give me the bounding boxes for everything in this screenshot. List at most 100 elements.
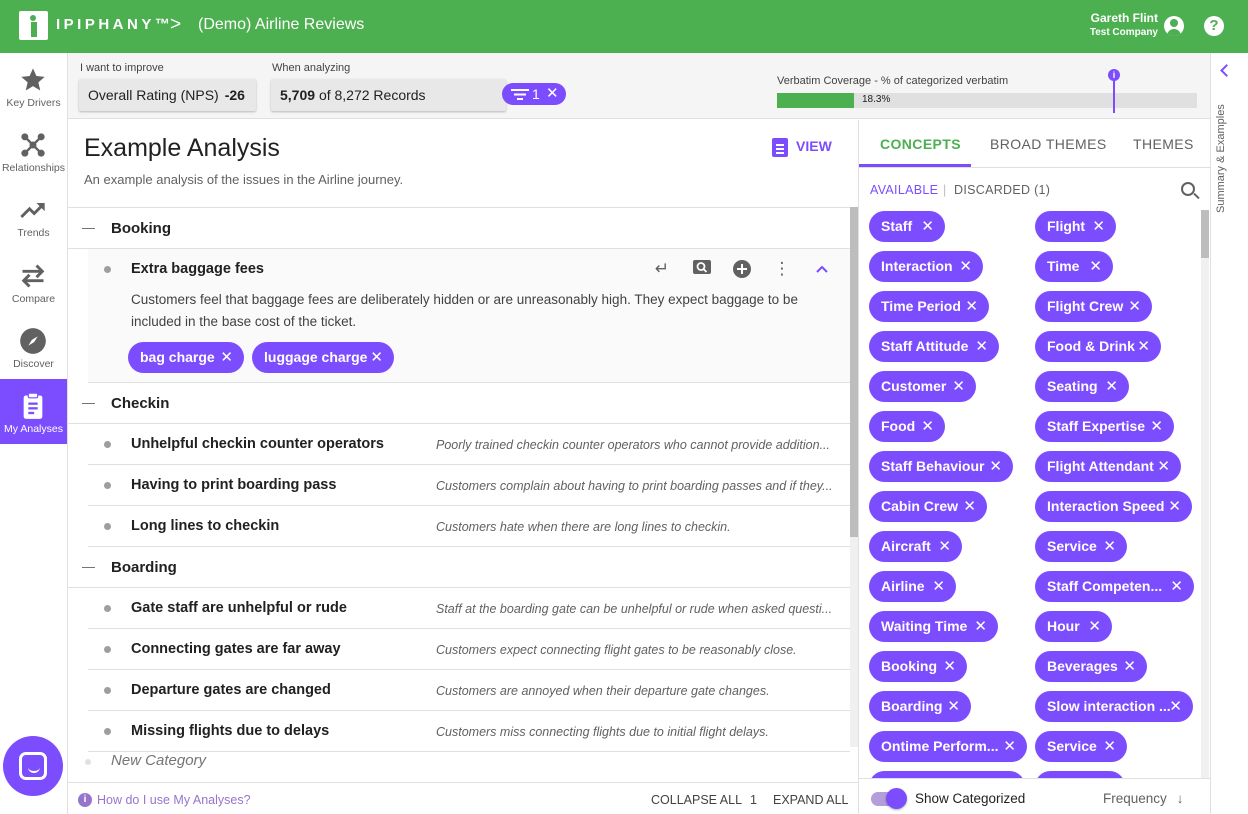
discard-icon[interactable]: ✕ [938,531,951,562]
logo-icon[interactable] [19,11,48,40]
discard-icon[interactable]: ✕ [1103,531,1116,562]
help-link[interactable]: How do I use My Analyses? [97,793,251,807]
discarded-filter[interactable]: DISCARDED (1) [954,183,1050,197]
nav-compare[interactable]: Compare [0,249,67,314]
remove-tag-icon[interactable]: ✕ [370,342,383,373]
discard-icon[interactable]: ✕ [932,571,945,602]
discard-icon[interactable]: ✕ [1157,451,1170,482]
nav-relationships[interactable]: Relationships [0,118,67,183]
concept-chip[interactable]: Staff Expertise ✕ [1035,411,1174,442]
move-icon[interactable]: ↵ [652,259,672,279]
issue-row[interactable]: Connecting gates are far away Customers … [88,629,850,670]
concept-chip[interactable]: Slow interaction ... ✕ [1035,691,1193,722]
collapse-icon[interactable] [82,403,95,404]
issue-row[interactable]: Gate staff are unhelpful or rude Staff a… [88,588,850,629]
discard-icon[interactable]: ✕ [1103,731,1116,762]
more-icon[interactable]: ⋮ [772,259,792,279]
concept-chip[interactable]: Booking ✕ [869,651,967,682]
toggle-knob[interactable] [886,788,907,809]
discard-icon[interactable]: ✕ [1137,331,1150,362]
concept-tag[interactable]: luggage charge ✕ [252,342,394,373]
discard-icon[interactable]: ✕ [952,371,965,402]
concept-chip[interactable]: Boarding ✕ [869,691,971,722]
discard-icon[interactable]: ✕ [947,691,960,722]
discard-icon[interactable]: ✕ [1150,411,1163,442]
active-filter-chip[interactable]: 1 ✕ [502,83,566,105]
discard-icon[interactable]: ✕ [975,331,988,362]
concept-chip[interactable]: Staff Competen... ✕ [1035,571,1194,602]
nav-my-analyses[interactable]: My Analyses [0,379,67,444]
add-icon[interactable] [732,259,752,279]
concept-chip-partial[interactable] [869,771,1025,778]
summary-examples-label[interactable]: Summary & Examples [1215,104,1227,213]
concept-chip[interactable]: Hour ✕ [1035,611,1112,642]
logo-text[interactable]: IPIPHANY™ [56,16,173,33]
improve-selector[interactable]: Overall Rating (NPS) -26 [79,79,256,111]
nav-trends[interactable]: Trends [0,183,67,248]
project-title[interactable]: (Demo) Airline Reviews [198,16,364,34]
discard-icon[interactable]: ✕ [963,491,976,522]
concept-chip[interactable]: Flight Crew ✕ [1035,291,1152,322]
concept-chip[interactable]: Aircraft ✕ [869,531,962,562]
discard-icon[interactable]: ✕ [1128,291,1141,322]
clear-filter-icon[interactable]: ✕ [546,83,559,105]
tab-broad-themes[interactable]: BROAD THEMES [990,136,1107,152]
category-row[interactable]: Booking [68,208,850,249]
available-filter[interactable]: AVAILABLE [870,183,938,197]
discard-icon[interactable]: ✕ [1123,651,1136,682]
discard-icon[interactable]: ✕ [1169,691,1182,722]
view-button[interactable]: VIEW [772,138,832,157]
discard-icon[interactable]: ✕ [1089,251,1102,282]
new-category-input[interactable]: New Category [111,752,206,769]
nav-discover[interactable]: Discover [0,314,67,379]
concept-chip[interactable]: Food ✕ [869,411,945,442]
concept-chip[interactable]: Waiting Time ✕ [869,611,998,642]
concepts-scrollbar[interactable] [1201,210,1209,778]
search-examples-icon[interactable] [692,259,712,279]
concept-chip[interactable]: Seating ✕ [1035,371,1129,402]
discard-icon[interactable]: ✕ [1105,371,1118,402]
nav-key-drivers[interactable]: Key Drivers [0,53,67,118]
concept-chip[interactable]: Service ✕ [1035,731,1127,762]
info-icon[interactable]: i [1108,69,1120,81]
discard-icon[interactable]: ✕ [921,211,934,242]
discard-icon[interactable]: ✕ [959,251,972,282]
concept-chip[interactable]: Food & Drink ✕ [1035,331,1161,362]
discard-icon[interactable]: ✕ [1088,611,1101,642]
concept-chip[interactable]: Service ✕ [1035,531,1127,562]
collapse-icon[interactable] [82,228,95,229]
concept-chip[interactable]: Customer ✕ [869,371,976,402]
concept-chip[interactable]: Interaction Speed ✕ [1035,491,1192,522]
concept-chip[interactable]: Staff ✕ [869,211,945,242]
concept-chip-partial[interactable] [1035,771,1125,778]
scrollbar-thumb[interactable] [850,207,858,537]
discard-icon[interactable]: ✕ [989,451,1002,482]
issue-row-expanded[interactable]: Extra baggage fees ↵ ⋮ [88,249,850,289]
search-icon[interactable] [1181,182,1195,196]
discard-icon[interactable]: ✕ [1092,211,1105,242]
remove-tag-icon[interactable]: ✕ [220,342,233,373]
records-selector[interactable]: 5,709 of 8,272 Records [271,79,506,111]
concept-tag[interactable]: bag charge ✕ [128,342,244,373]
summary-rail[interactable]: Summary & Examples [1210,53,1248,814]
concept-chip[interactable]: Staff Behaviour ✕ [869,451,1013,482]
discard-icon[interactable]: ✕ [965,291,978,322]
account-icon[interactable] [1164,16,1184,36]
discard-icon[interactable]: ✕ [1170,571,1183,602]
expand-all-button[interactable]: EXPAND ALL [773,793,849,807]
sort-selector[interactable]: Frequency ↓ [1103,791,1184,806]
discard-icon[interactable]: ✕ [921,411,934,442]
concept-chip[interactable]: Flight Attendant ✕ [1035,451,1181,482]
discard-icon[interactable]: ✕ [1168,491,1181,522]
concept-chip[interactable]: Time Period ✕ [869,291,989,322]
category-row[interactable]: Boarding [68,547,850,588]
collapse-all-button[interactable]: COLLAPSE ALL [651,793,742,807]
chevron-left-icon[interactable] [1220,64,1233,77]
expand-level[interactable]: 1 [750,793,757,807]
issue-row[interactable]: Missing flights due to delays Customers … [88,711,850,752]
concept-chip[interactable]: Staff Attitude ✕ [869,331,999,362]
discard-icon[interactable]: ✕ [943,651,956,682]
chevron-up-icon[interactable] [812,259,832,279]
scrollbar-thumb[interactable] [1201,210,1209,258]
list-scrollbar[interactable] [850,207,858,747]
